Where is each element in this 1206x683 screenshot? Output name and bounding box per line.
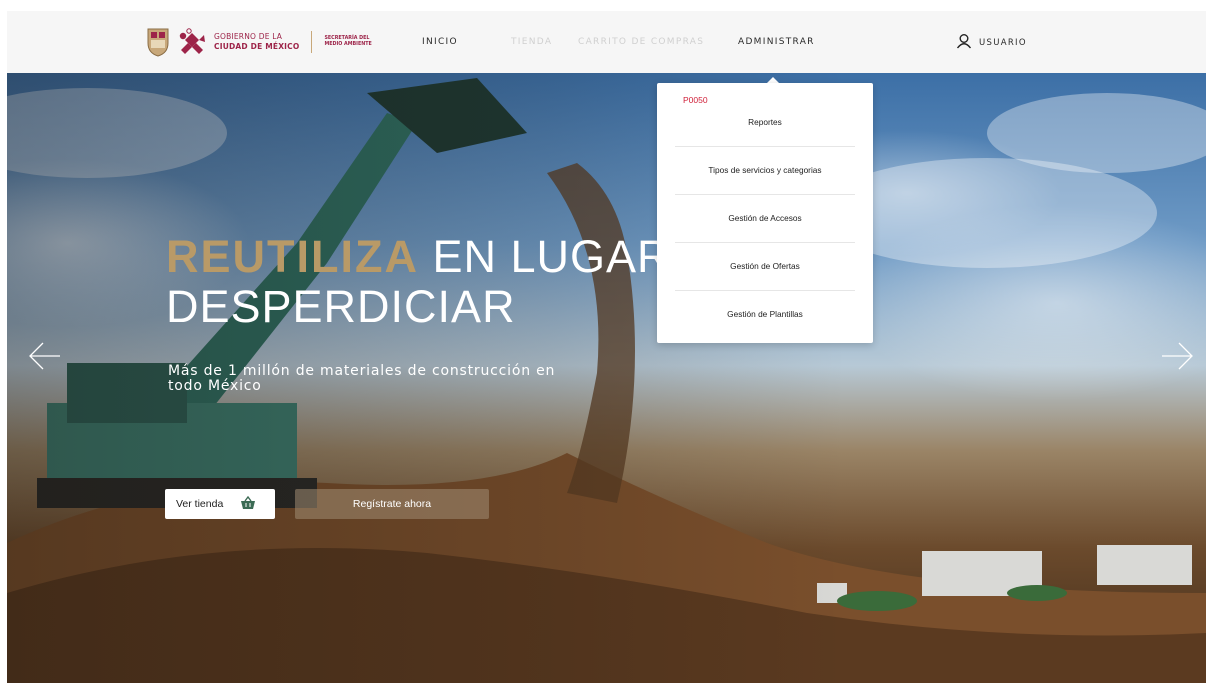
nav-tienda[interactable]: TIENDA — [511, 37, 552, 47]
nav-carrito-wrap: CARRITO DE COMPRAS — [578, 11, 704, 73]
user-menu[interactable]: USUARIO — [956, 33, 1027, 53]
carousel-prev-button[interactable] — [28, 340, 62, 372]
arrow-left-icon — [29, 342, 60, 370]
brand-text: GOBIERNO DE LA CIUDAD DE MÉXICO — [214, 32, 299, 52]
headline-line-2: DESPERDICIAR — [166, 281, 516, 332]
basket-icon — [240, 495, 256, 513]
menu-item-gestion-accesos[interactable]: Gestión de Accesos — [675, 194, 855, 242]
menu-item-tipos-servicios[interactable]: Tipos de servicios y categorias — [675, 146, 855, 194]
cdmx-logo-icon — [178, 28, 206, 56]
arrow-right-icon — [1162, 342, 1193, 370]
user-label: USUARIO — [979, 38, 1027, 48]
nav-carrito[interactable]: CARRITO DE COMPRAS — [578, 37, 704, 47]
menu-item-gestion-plantillas[interactable]: Gestión de Plantillas — [675, 290, 855, 338]
logo-area[interactable]: GOBIERNO DE LA CIUDAD DE MÉXICO SECRETAR… — [146, 24, 372, 60]
nav-administrar-wrap: ADMINISTRAR — [738, 11, 815, 73]
administrar-dropdown: P0050 Reportes Tipos de servicios y cate… — [657, 83, 873, 343]
coat-of-arms-icon — [146, 27, 170, 57]
brand-line-2: CIUDAD DE MÉXICO — [214, 42, 300, 51]
menu-item-reportes[interactable]: Reportes — [675, 98, 855, 146]
brand-line-1: GOBIERNO DE LA — [214, 32, 283, 41]
logo-divider — [311, 31, 313, 53]
carousel-next-button[interactable] — [1160, 340, 1194, 372]
menu-item-gestion-ofertas[interactable]: Gestión de Ofertas — [675, 242, 855, 290]
nav-administrar[interactable]: ADMINISTRAR — [738, 37, 815, 47]
nav-inicio-wrap: INICIO — [422, 11, 458, 73]
hero-subline: Más de 1 millón de materiales de constru… — [168, 363, 556, 394]
nav-inicio[interactable]: INICIO — [422, 37, 458, 47]
headline-accent: REUTILIZA — [166, 231, 419, 282]
user-icon — [956, 33, 972, 53]
top-navbar: GOBIERNO DE LA CIUDAD DE MÉXICO SECRETAR… — [7, 11, 1206, 73]
registrate-button[interactable]: Regístrate ahora — [295, 489, 489, 519]
ver-tienda-label: Ver tienda — [176, 498, 224, 510]
ver-tienda-button[interactable]: Ver tienda — [165, 489, 275, 519]
secretaria-text: SECRETARÍA DEL MEDIO AMBIENTE — [324, 36, 372, 47]
nav-tienda-wrap: TIENDA — [511, 11, 552, 73]
